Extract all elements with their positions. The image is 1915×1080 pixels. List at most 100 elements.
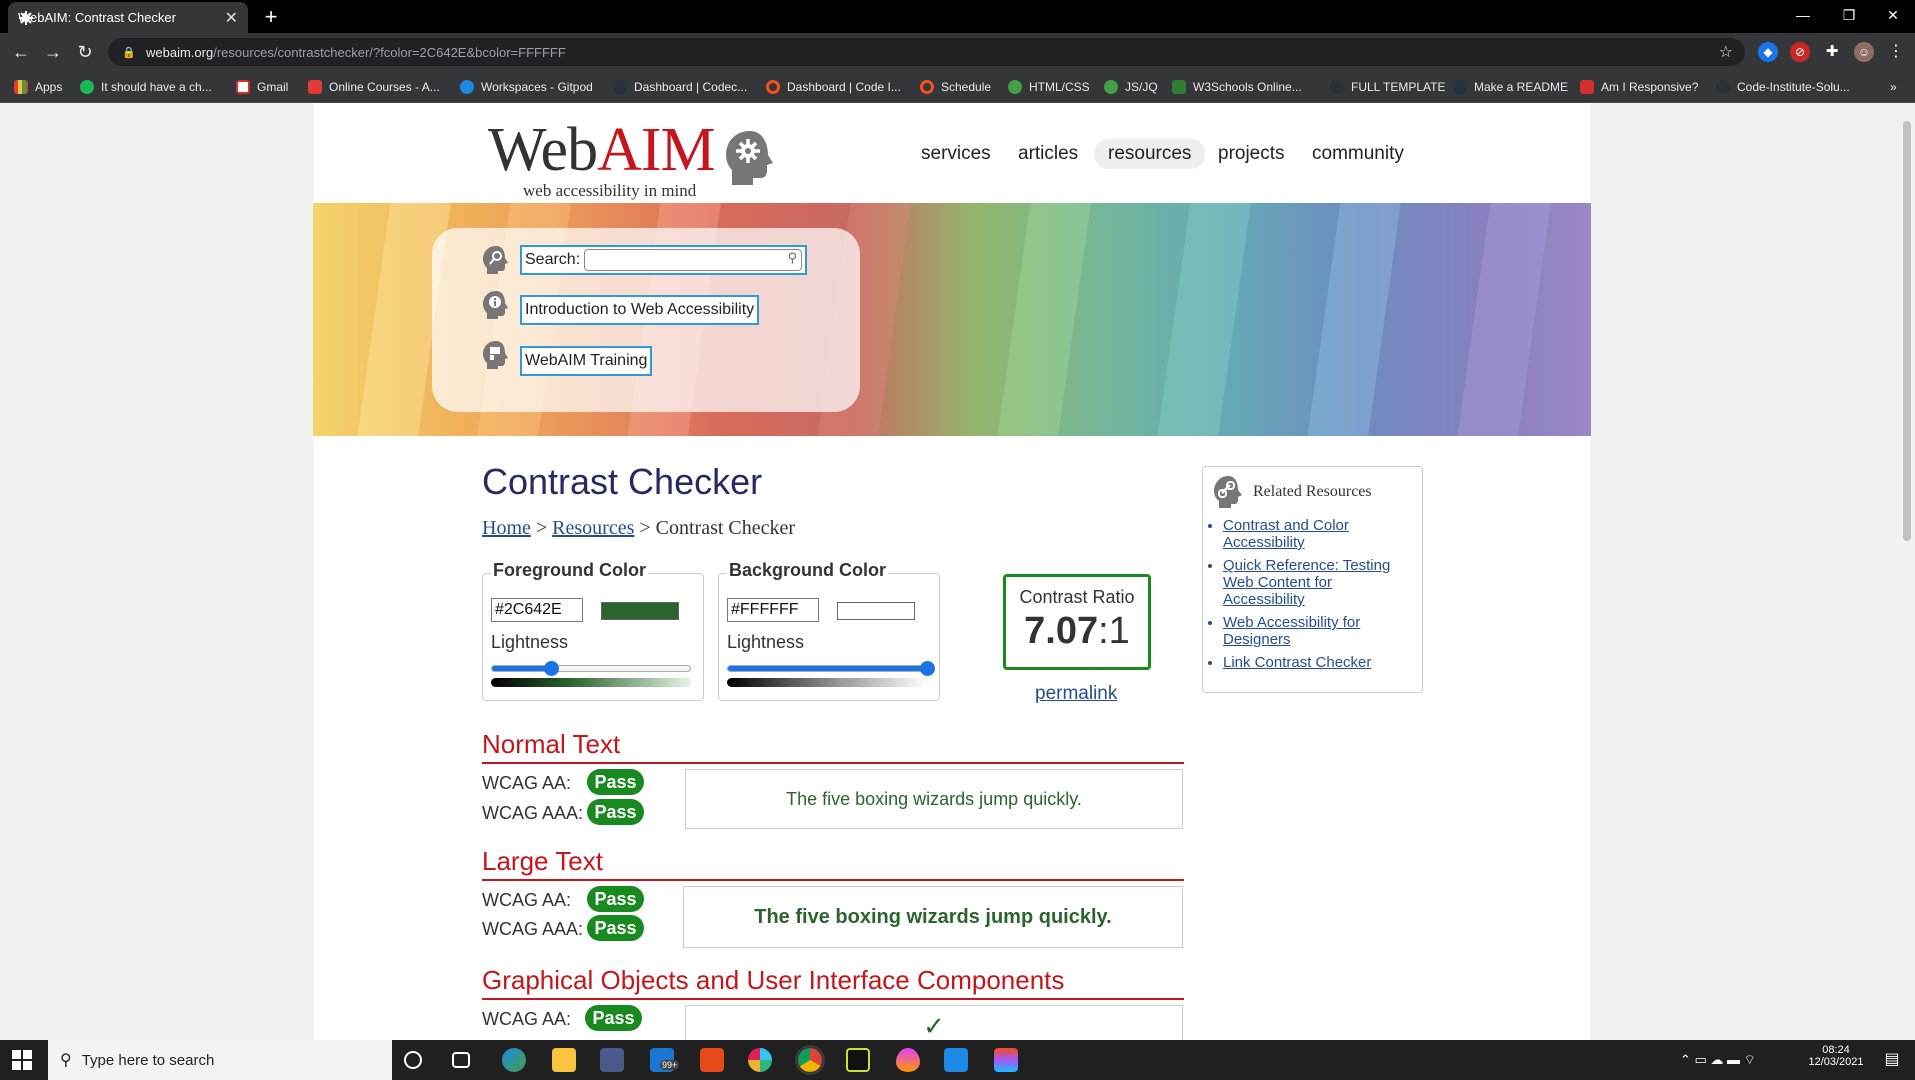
edge-icon[interactable] (502, 1048, 526, 1072)
large-text-heading: Large Text (482, 846, 1184, 881)
menu-kebab-icon[interactable]: ⋮ (1886, 42, 1906, 62)
address-bar[interactable]: 🔒 webaim.org/resources/contrastchecker/?… (108, 38, 1745, 66)
extension-block-icon[interactable]: ⊘ (1790, 42, 1810, 62)
profile-avatar[interactable]: ☺ (1854, 42, 1874, 62)
color-picker-app-icon[interactable] (896, 1048, 920, 1072)
vscode-icon[interactable] (944, 1048, 968, 1072)
notifications-icon[interactable]: ▤ (1880, 1040, 1904, 1080)
nav-projects[interactable]: projects (1218, 143, 1285, 165)
graphical-objects-heading: Graphical Objects and User Interface Com… (482, 965, 1184, 1000)
forward-icon[interactable]: → (40, 39, 66, 65)
tab-contrast-checker[interactable]: WebAIM: Contrast Checker ✕ (8, 2, 248, 33)
task-view-icon[interactable] (452, 1052, 470, 1068)
mail-badge: 99+ (660, 1060, 680, 1070)
wcag-aaa-label: WCAG AAA: (482, 919, 584, 939)
bookmark-gitpod[interactable]: Workspaces - Gitpod (460, 77, 593, 97)
info-head-icon (483, 291, 508, 319)
bookmarks-overflow-icon[interactable]: » (1890, 77, 1897, 97)
extensions-puzzle-icon[interactable]: ✚ (1822, 42, 1842, 62)
nav-community[interactable]: community (1312, 143, 1404, 165)
breadcrumb: Home > Resources > Contrast Checker (482, 517, 795, 540)
bookmark-apps[interactable]: Apps (14, 77, 62, 97)
pycharm-icon[interactable] (846, 1048, 870, 1072)
scrollbar-thumb[interactable] (1903, 121, 1911, 541)
link-head-icon (1214, 476, 1242, 508)
bookmark-item[interactable]: Schedule (920, 77, 991, 97)
foreground-color-picker[interactable] (601, 602, 679, 620)
slack-icon[interactable] (748, 1048, 772, 1072)
taskbar-search-input[interactable]: ⚲ Type here to search (48, 1040, 392, 1080)
reload-icon[interactable]: ↻ (72, 39, 98, 65)
slider-thumb[interactable] (920, 661, 935, 676)
permalink[interactable]: permalink (1035, 683, 1117, 705)
bookmark-favicon-icon (766, 80, 780, 94)
breadcrumb-current: Contrast Checker (655, 517, 796, 539)
related-link[interactable]: Quick Reference: Testing Web Content for… (1223, 557, 1390, 608)
clock-date: 12/03/2021 (1808, 1056, 1864, 1068)
bookmark-item[interactable]: Make a README (1453, 77, 1568, 97)
back-icon[interactable]: ← (8, 39, 34, 65)
nav-articles[interactable]: articles (1018, 143, 1078, 165)
background-hex-input[interactable]: #FFFFFF (727, 598, 819, 622)
bookmark-item[interactable]: JS/JQ (1104, 77, 1158, 97)
figma-icon[interactable] (994, 1048, 1018, 1072)
related-link[interactable]: Link Contrast Checker (1223, 654, 1371, 671)
breadcrumb-resources[interactable]: Resources (552, 517, 634, 539)
bookmark-item[interactable]: Dashboard | Codec... (613, 77, 747, 97)
windows-taskbar: ⚲ Type here to search 99+ ⌃ ▭ ☁ ▬ ⌔ 08:2… (0, 1040, 1915, 1080)
store-icon[interactable] (600, 1048, 624, 1072)
close-window-icon[interactable]: ✕ (1870, 0, 1915, 33)
nav-services[interactable]: services (921, 143, 991, 165)
bookmark-favicon-icon (1008, 80, 1022, 94)
wcag-aaa-label: WCAG AAA: (482, 803, 584, 823)
foreground-hex-input[interactable]: #2C642E (491, 598, 583, 622)
restore-icon[interactable]: ❐ (1826, 0, 1872, 33)
clock[interactable]: 08:24 12/03/2021 (1800, 1040, 1872, 1080)
bookmark-item[interactable]: Code-Institute-Solu... (1716, 77, 1850, 97)
slider-thumb[interactable] (544, 661, 559, 676)
bookmark-item[interactable]: It should have a ch... (80, 77, 212, 97)
related-link[interactable]: Web Accessibility for Designers (1223, 614, 1360, 648)
lock-icon: 🔒 (122, 46, 136, 59)
file-explorer-icon[interactable] (552, 1048, 576, 1072)
logo-web: Web (488, 116, 598, 184)
intro-link[interactable]: Introduction to Web Accessibility (520, 295, 760, 325)
wcag-aa-label: WCAG AA: (482, 890, 572, 910)
extension-shield-icon[interactable]: ◆ (1758, 42, 1778, 62)
search-input[interactable]: ⚲ (584, 249, 802, 271)
nav-resources[interactable]: resources (1094, 139, 1206, 169)
pass-badge: Pass (587, 915, 644, 941)
office-icon[interactable] (700, 1048, 724, 1072)
background-lightness-slider[interactable] (727, 661, 935, 676)
foreground-color-group: Foreground Color #2C642E Lightness (482, 560, 704, 701)
bookmark-item[interactable]: Am I Responsive? (1580, 77, 1698, 97)
mail-icon[interactable]: 99+ (650, 1048, 680, 1072)
tab-close-icon[interactable]: ✕ (225, 8, 238, 28)
normal-text-sample: The five boxing wizards jump quickly. (685, 769, 1183, 829)
bookmark-item[interactable]: W3Schools Online... (1172, 77, 1302, 97)
bookmark-gmail[interactable]: Gmail (236, 77, 288, 97)
training-link[interactable]: WebAIM Training (520, 346, 653, 376)
bookmark-item[interactable]: FULL TEMPLATE (1330, 77, 1445, 97)
new-tab-icon[interactable]: + (258, 4, 284, 30)
search-head-icon (483, 246, 508, 274)
bookmark-item[interactable]: HTML/CSS (1008, 77, 1090, 97)
page-scrollbar[interactable] (1899, 103, 1915, 1040)
foreground-lightness-slider[interactable] (491, 661, 691, 676)
background-color-picker[interactable] (837, 602, 915, 620)
bookmark-item[interactable]: Online Courses - A... (308, 77, 440, 97)
bookmark-star-icon[interactable]: ☆ (1719, 42, 1733, 62)
checkmark-icon: ✓ (923, 1011, 945, 1040)
minimize-icon[interactable]: — (1780, 0, 1826, 33)
bookmark-item[interactable]: Dashboard | Code I... (766, 77, 901, 97)
cortana-icon[interactable] (404, 1051, 422, 1069)
chrome-icon[interactable] (795, 1045, 825, 1075)
url-host: webaim.org (146, 44, 214, 60)
windows-start-icon[interactable] (12, 1050, 32, 1070)
breadcrumb-separator: > (639, 517, 651, 539)
pass-badge: Pass (587, 799, 644, 825)
related-link[interactable]: Contrast and Color Accessibility (1223, 517, 1349, 551)
breadcrumb-home[interactable]: Home (482, 517, 531, 539)
search-icon: ⚲ (60, 1052, 72, 1069)
webaim-logo[interactable]: WebAIM web accessibility in mind (488, 115, 788, 200)
